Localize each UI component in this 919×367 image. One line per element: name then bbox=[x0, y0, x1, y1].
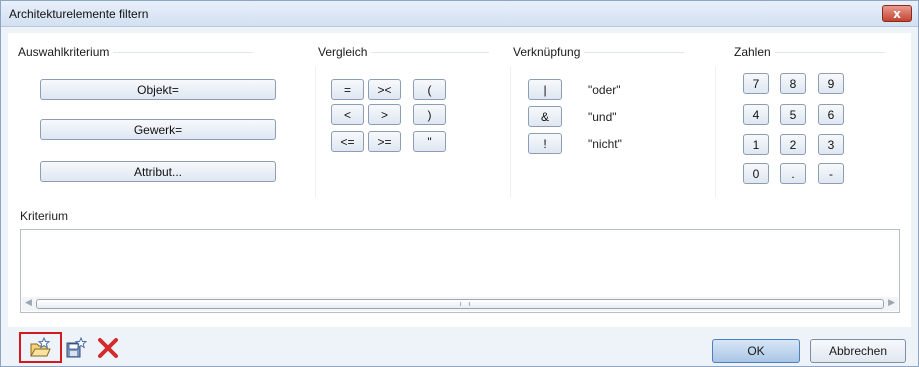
scrollbar-thumb[interactable] bbox=[36, 299, 884, 309]
digit-1-button[interactable]: 1 bbox=[743, 134, 769, 155]
group-separator bbox=[315, 67, 316, 197]
greater-than-button[interactable]: > bbox=[368, 104, 401, 125]
group-auswahlkriterium: Auswahlkriterium bbox=[18, 45, 254, 59]
group-title-vergleich: Vergleich bbox=[318, 45, 372, 59]
red-x-icon bbox=[98, 338, 118, 358]
or-button[interactable]: | bbox=[528, 79, 562, 100]
group-separator bbox=[510, 67, 511, 197]
group-verknuepfung: Verknüpfung bbox=[513, 45, 685, 59]
save-star-icon bbox=[66, 337, 87, 358]
delete-button[interactable] bbox=[97, 337, 119, 359]
group-divider bbox=[774, 51, 885, 53]
group-separator bbox=[715, 67, 716, 197]
dialog-window: Architekturelemente filtern x Auswahlkri… bbox=[0, 0, 919, 367]
minus-button[interactable]: - bbox=[818, 163, 844, 184]
and-label: "und" bbox=[588, 110, 617, 124]
not-label: "nicht" bbox=[588, 137, 622, 151]
window-title: Architekturelemente filtern bbox=[9, 7, 149, 21]
close-button[interactable]: x bbox=[882, 5, 912, 22]
scroll-left-icon[interactable]: ◀ bbox=[25, 298, 32, 308]
not-equal-button[interactable]: >< bbox=[368, 79, 401, 100]
objekt-button[interactable]: Objekt= bbox=[40, 79, 276, 100]
save-favorite-button[interactable] bbox=[65, 337, 87, 359]
digit-3-button[interactable]: 3 bbox=[818, 134, 844, 155]
kriterium-value bbox=[21, 230, 899, 236]
digit-0-button[interactable]: 0 bbox=[743, 163, 769, 184]
digit-6-button[interactable]: 6 bbox=[818, 104, 844, 125]
greater-equal-button[interactable]: >= bbox=[368, 131, 401, 152]
group-vergleich: Vergleich bbox=[318, 45, 490, 59]
digit-8-button[interactable]: 8 bbox=[780, 73, 806, 94]
and-button[interactable]: & bbox=[528, 106, 562, 127]
horizontal-scrollbar[interactable]: ◀ ▶ bbox=[22, 297, 898, 311]
attribut-button[interactable]: Attribut... bbox=[40, 161, 276, 182]
decimal-point-button[interactable]: . bbox=[780, 163, 806, 184]
folder-star-icon bbox=[30, 337, 51, 357]
kriterium-label: Kriterium bbox=[20, 209, 69, 223]
group-divider bbox=[113, 51, 254, 53]
scroll-right-icon[interactable]: ▶ bbox=[888, 298, 895, 308]
group-title-verknuepfung: Verknüpfung bbox=[513, 45, 585, 59]
close-icon: x bbox=[893, 6, 901, 21]
dialog-client-area: Auswahlkriterium Objekt= Gewerk= Attribu… bbox=[8, 33, 911, 327]
digit-2-button[interactable]: 2 bbox=[780, 134, 806, 155]
ok-button[interactable]: OK bbox=[712, 339, 800, 363]
scrollbar-grip bbox=[460, 302, 470, 306]
open-paren-button[interactable]: ( bbox=[413, 79, 446, 100]
digit-4-button[interactable]: 4 bbox=[743, 104, 769, 125]
group-title-zahlen: Zahlen bbox=[734, 45, 775, 59]
title-bar: Architekturelemente filtern x bbox=[1, 1, 918, 27]
equals-button[interactable]: = bbox=[331, 79, 364, 100]
digit-7-button[interactable]: 7 bbox=[743, 73, 769, 94]
open-favorite-button[interactable] bbox=[29, 337, 51, 359]
group-divider bbox=[371, 51, 490, 53]
digit-5-button[interactable]: 5 bbox=[780, 104, 806, 125]
less-than-button[interactable]: < bbox=[331, 104, 364, 125]
close-paren-button[interactable]: ) bbox=[413, 104, 446, 125]
group-title-auswahlkriterium: Auswahlkriterium bbox=[18, 45, 114, 59]
quote-button[interactable]: " bbox=[413, 131, 446, 152]
digit-9-button[interactable]: 9 bbox=[818, 73, 844, 94]
gewerk-button[interactable]: Gewerk= bbox=[40, 119, 276, 140]
not-button[interactable]: ! bbox=[528, 133, 562, 154]
group-divider bbox=[584, 51, 685, 53]
or-label: "oder" bbox=[588, 83, 621, 97]
less-equal-button[interactable]: <= bbox=[331, 131, 364, 152]
kriterium-field[interactable]: ◀ ▶ bbox=[20, 229, 900, 313]
cancel-button[interactable]: Abbrechen bbox=[810, 339, 906, 363]
group-zahlen: Zahlen bbox=[734, 45, 885, 59]
